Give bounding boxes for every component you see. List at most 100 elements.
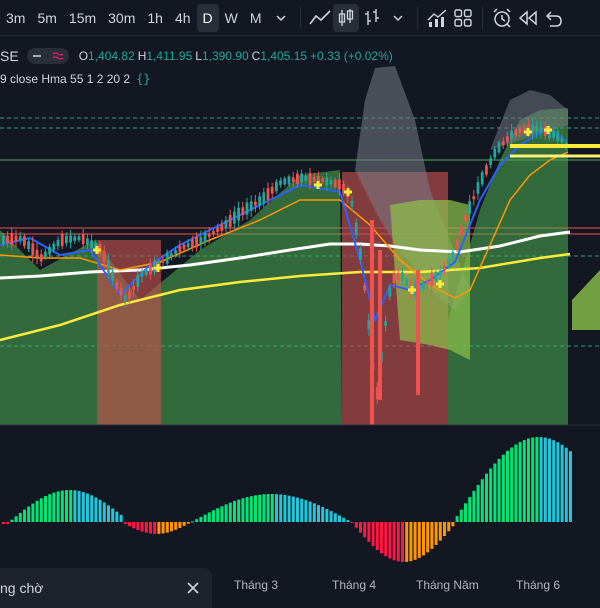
candle-body: [123, 295, 127, 302]
histogram-bar: [329, 511, 333, 522]
histogram-bar: [107, 505, 110, 522]
candle-body: [254, 201, 257, 206]
timeframe-4h[interactable]: 4h: [169, 4, 197, 32]
timeframe-5m[interactable]: 5m: [31, 4, 62, 32]
candle-body: [90, 240, 93, 248]
toolbar-divider: [416, 6, 418, 29]
candle-body: [170, 253, 173, 257]
histogram-bar: [447, 522, 451, 532]
candle-body: [119, 288, 123, 296]
candle-body: [325, 177, 329, 186]
histogram-bar: [27, 506, 31, 522]
histogram-bar: [569, 451, 572, 522]
time-axis-label: Tháng Năm: [416, 578, 479, 592]
histogram-bar: [94, 497, 98, 522]
candle-body: [203, 233, 207, 243]
histogram-bar: [308, 501, 312, 522]
symbol-name[interactable]: SE: [0, 48, 19, 64]
line-chart-icon[interactable]: [307, 4, 333, 32]
candle-body: [275, 181, 278, 192]
legend-toggle[interactable]: [26, 48, 69, 64]
histogram-bar: [459, 509, 463, 522]
candles-icon[interactable]: [332, 3, 359, 32]
pending-orders-toast[interactable]: ng chờ: [0, 568, 212, 608]
close-icon[interactable]: [184, 579, 202, 597]
candle-body: [81, 234, 85, 244]
alert-icon[interactable]: [489, 4, 515, 32]
histogram-bar: [396, 522, 400, 562]
templates-icon[interactable]: [450, 4, 476, 32]
histogram-bar: [388, 522, 392, 559]
histogram-bar: [86, 493, 89, 522]
histogram-bar: [73, 490, 77, 522]
candle-body: [153, 260, 156, 273]
histogram-bar: [367, 522, 371, 542]
histogram-bar: [98, 499, 102, 522]
histogram-bar: [195, 519, 199, 522]
histogram-bar: [241, 498, 245, 522]
candle-body: [144, 269, 148, 275]
histogram-bar: [489, 468, 493, 522]
candle-body: [560, 138, 564, 143]
timeframe-d[interactable]: D: [196, 3, 219, 32]
replay-icon[interactable]: [515, 4, 541, 32]
histogram-bar: [455, 516, 459, 522]
candle-body: [464, 215, 467, 222]
histogram-bar: [510, 447, 514, 522]
candle-body: [485, 165, 488, 175]
close-value: 1,405.15: [260, 49, 308, 63]
candle-body: [384, 321, 387, 326]
candle-body: [363, 285, 366, 291]
indicators-icon[interactable]: [424, 4, 450, 32]
histogram-bar: [10, 519, 14, 522]
timeframe-3m[interactable]: 3m: [0, 4, 31, 32]
source-code-icon[interactable]: {}: [136, 72, 150, 86]
histogram-bar: [380, 522, 383, 554]
undo-icon[interactable]: [541, 4, 567, 32]
chevron-down-icon[interactable]: [385, 4, 411, 32]
candle-body: [111, 271, 114, 281]
histogram-bar: [174, 522, 178, 530]
histogram-bar: [6, 522, 10, 524]
candle-body: [279, 180, 282, 186]
indicator-legend[interactable]: 9 close Hma 55 1 2 20 2 {}: [0, 70, 151, 88]
histogram-bar: [220, 506, 224, 522]
candle-body: [359, 248, 362, 260]
candle-body: [378, 250, 382, 400]
histogram-bar: [48, 494, 52, 522]
chevron-down-icon[interactable]: [268, 4, 294, 32]
toolbar-divider: [299, 6, 301, 29]
price-chart[interactable]: [0, 36, 600, 600]
histogram-bar: [123, 522, 127, 525]
candle-body: [266, 188, 270, 200]
histogram-bar: [300, 498, 304, 522]
timeframe-30m[interactable]: 30m: [102, 4, 141, 32]
histogram-bar: [165, 522, 169, 533]
candle-body: [312, 176, 316, 182]
timeframe-w[interactable]: W: [219, 4, 244, 32]
histogram-bar: [56, 491, 60, 522]
histogram-bar: [556, 442, 560, 522]
candle-body: [228, 214, 232, 227]
low-value: 1,390.90: [201, 49, 249, 63]
histogram-bar: [531, 437, 535, 522]
histogram-bar: [476, 484, 480, 522]
histogram-bar: [191, 521, 194, 523]
indicator-params: 9 close Hma 55 1 2 20 2: [0, 72, 131, 86]
candle-body: [245, 202, 249, 215]
histogram-bar: [275, 494, 278, 522]
timeframe-1h[interactable]: 1h: [141, 4, 169, 32]
histogram-bar: [342, 517, 346, 522]
candle-body: [308, 172, 312, 185]
histogram-bar: [535, 437, 539, 522]
candle-body: [60, 233, 64, 247]
candle-body: [249, 201, 253, 211]
timeframe-15m[interactable]: 15m: [63, 4, 102, 32]
histogram-bar: [199, 516, 203, 522]
candle-body: [237, 207, 240, 221]
candle-body: [216, 228, 219, 232]
open-value: 1,404.82: [88, 49, 135, 63]
histogram-bar: [527, 438, 530, 522]
bars-icon[interactable]: [359, 4, 385, 32]
timeframe-m[interactable]: M: [244, 4, 268, 32]
